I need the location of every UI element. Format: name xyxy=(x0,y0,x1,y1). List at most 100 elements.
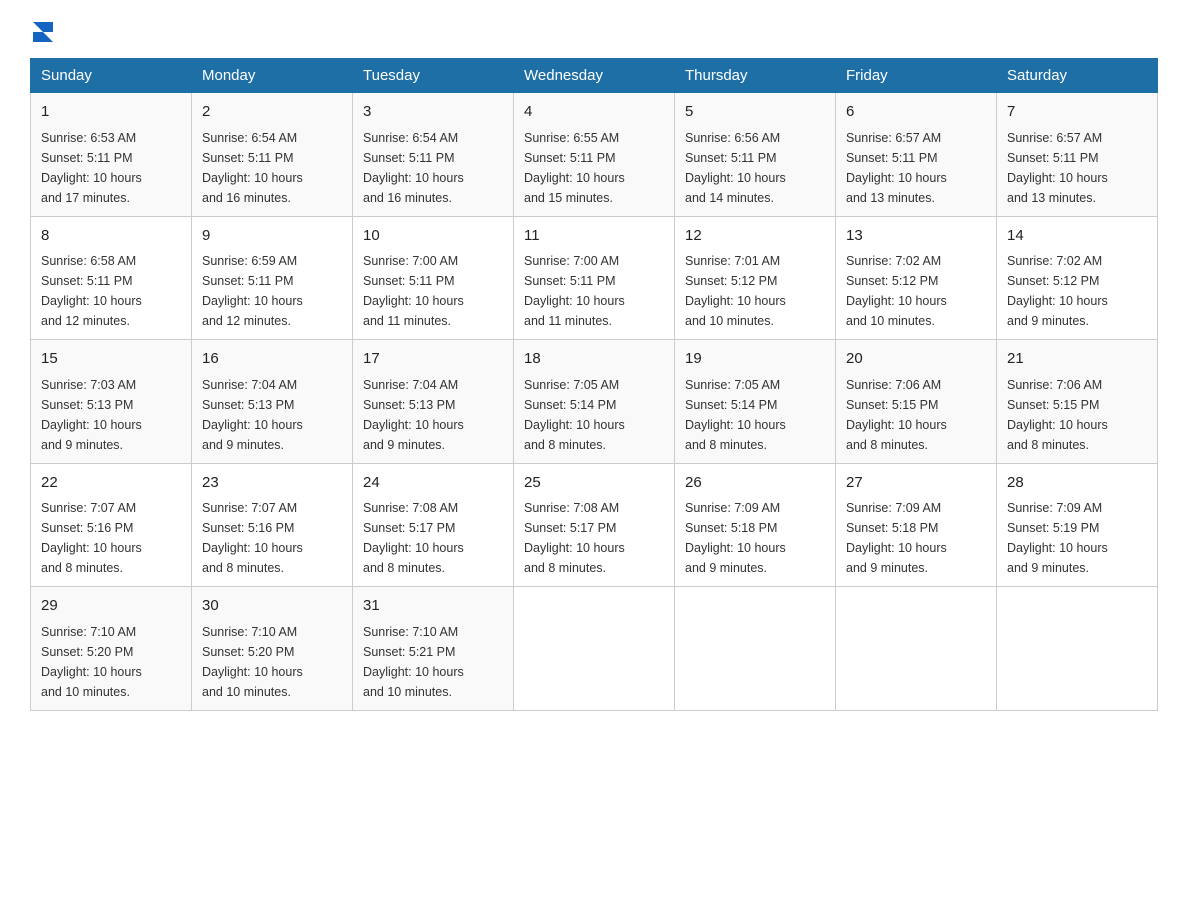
day-info: Sunrise: 7:08 AMSunset: 5:17 PMDaylight:… xyxy=(524,498,664,578)
calendar-cell xyxy=(836,587,997,711)
calendar-cell: 8Sunrise: 6:58 AMSunset: 5:11 PMDaylight… xyxy=(31,216,192,340)
calendar-cell: 9Sunrise: 6:59 AMSunset: 5:11 PMDaylight… xyxy=(192,216,353,340)
day-number: 14 xyxy=(1007,225,1147,248)
calendar-week-row: 29 Sunrise: 7:10 AMSunset: 5:20 PMDayligh… xyxy=(31,587,1158,711)
day-number: 28 xyxy=(1007,472,1147,495)
day-number: 15 xyxy=(41,348,181,371)
day-number: 9 xyxy=(202,225,342,248)
day-number: 31 xyxy=(363,595,503,618)
calendar-cell xyxy=(997,587,1158,711)
calendar-cell: 5 Sunrise: 6:56 AMSunset: 5:11 PMDaylight… xyxy=(675,93,836,217)
calendar-cell: 19Sunrise: 7:05 AMSunset: 5:14 PMDayligh… xyxy=(675,340,836,464)
day-number: 3 xyxy=(363,101,503,124)
day-number: 22 xyxy=(41,472,181,495)
day-number: 7 xyxy=(1007,101,1147,124)
day-info: Sunrise: 6:56 AMSunset: 5:11 PMDaylight:… xyxy=(685,128,825,208)
calendar-cell: 3 Sunrise: 6:54 AMSunset: 5:11 PMDaylight… xyxy=(353,93,514,217)
day-number: 1 xyxy=(41,101,181,124)
day-info: Sunrise: 7:10 AMSunset: 5:20 PMDaylight:… xyxy=(202,622,342,702)
day-info: Sunrise: 6:54 AMSunset: 5:11 PMDaylight:… xyxy=(202,128,342,208)
header-tuesday: Tuesday xyxy=(353,59,514,93)
calendar-week-row: 15 Sunrise: 7:03 AMSunset: 5:13 PMDayligh… xyxy=(31,340,1158,464)
day-number: 6 xyxy=(846,101,986,124)
calendar-cell: 20 Sunrise: 7:06 AMSunset: 5:15 PMDayligh… xyxy=(836,340,997,464)
day-number: 2 xyxy=(202,101,342,124)
calendar-cell: 14 Sunrise: 7:02 AMSunset: 5:12 PMDayligh… xyxy=(997,216,1158,340)
day-info: Sunrise: 6:57 AMSunset: 5:11 PMDaylight:… xyxy=(846,128,986,208)
header-saturday: Saturday xyxy=(997,59,1158,93)
calendar-cell: 15 Sunrise: 7:03 AMSunset: 5:13 PMDayligh… xyxy=(31,340,192,464)
day-info: Sunrise: 7:00 AMSunset: 5:11 PMDaylight:… xyxy=(363,251,503,331)
calendar-cell: 6 Sunrise: 6:57 AMSunset: 5:11 PMDaylight… xyxy=(836,93,997,217)
day-number: 12 xyxy=(685,225,825,248)
day-number: 26 xyxy=(685,472,825,495)
header-sunday: Sunday xyxy=(31,59,192,93)
day-info: Sunrise: 7:10 AMSunset: 5:20 PMDaylight:… xyxy=(41,622,181,702)
day-info: Sunrise: 7:05 AMSunset: 5:14 PMDaylight:… xyxy=(524,375,664,455)
day-number: 13 xyxy=(846,225,986,248)
day-info: Sunrise: 7:01 AMSunset: 5:12 PMDaylight:… xyxy=(685,251,825,331)
calendar-cell: 30 Sunrise: 7:10 AMSunset: 5:20 PMDayligh… xyxy=(192,587,353,711)
calendar-week-row: 1 Sunrise: 6:53 AMSunset: 5:11 PMDaylight… xyxy=(31,93,1158,217)
day-number: 21 xyxy=(1007,348,1147,371)
day-info: Sunrise: 6:53 AMSunset: 5:11 PMDaylight:… xyxy=(41,128,181,208)
day-number: 27 xyxy=(846,472,986,495)
page-header xyxy=(30,20,1158,38)
calendar-cell xyxy=(675,587,836,711)
calendar-cell: 24Sunrise: 7:08 AMSunset: 5:17 PMDayligh… xyxy=(353,463,514,587)
calendar-cell: 13 Sunrise: 7:02 AMSunset: 5:12 PMDayligh… xyxy=(836,216,997,340)
day-number: 29 xyxy=(41,595,181,618)
calendar-cell: 28 Sunrise: 7:09 AMSunset: 5:19 PMDayligh… xyxy=(997,463,1158,587)
day-info: Sunrise: 7:07 AMSunset: 5:16 PMDaylight:… xyxy=(202,498,342,578)
calendar-cell xyxy=(514,587,675,711)
day-info: Sunrise: 7:06 AMSunset: 5:15 PMDaylight:… xyxy=(846,375,986,455)
calendar-cell: 17 Sunrise: 7:04 AMSunset: 5:13 PMDayligh… xyxy=(353,340,514,464)
calendar-cell: 7 Sunrise: 6:57 AMSunset: 5:11 PMDaylight… xyxy=(997,93,1158,217)
logo xyxy=(30,20,53,38)
day-info: Sunrise: 6:57 AMSunset: 5:11 PMDaylight:… xyxy=(1007,128,1147,208)
calendar-cell: 18 Sunrise: 7:05 AMSunset: 5:14 PMDayligh… xyxy=(514,340,675,464)
header-wednesday: Wednesday xyxy=(514,59,675,93)
calendar-table: SundayMondayTuesdayWednesdayThursdayFrid… xyxy=(30,58,1158,711)
day-info: Sunrise: 7:03 AMSunset: 5:13 PMDaylight:… xyxy=(41,375,181,455)
calendar-cell: 1 Sunrise: 6:53 AMSunset: 5:11 PMDaylight… xyxy=(31,93,192,217)
day-info: Sunrise: 7:09 AMSunset: 5:18 PMDaylight:… xyxy=(846,498,986,578)
day-info: Sunrise: 7:10 AMSunset: 5:21 PMDaylight:… xyxy=(363,622,503,702)
header-monday: Monday xyxy=(192,59,353,93)
day-number: 17 xyxy=(363,348,503,371)
day-info: Sunrise: 7:08 AMSunset: 5:17 PMDaylight:… xyxy=(363,498,503,578)
day-info: Sunrise: 7:00 AMSunset: 5:11 PMDaylight:… xyxy=(524,251,664,331)
calendar-cell: 26 Sunrise: 7:09 AMSunset: 5:18 PMDayligh… xyxy=(675,463,836,587)
calendar-week-row: 8Sunrise: 6:58 AMSunset: 5:11 PMDaylight… xyxy=(31,216,1158,340)
calendar-cell: 23 Sunrise: 7:07 AMSunset: 5:16 PMDayligh… xyxy=(192,463,353,587)
header-friday: Friday xyxy=(836,59,997,93)
day-info: Sunrise: 7:02 AMSunset: 5:12 PMDaylight:… xyxy=(846,251,986,331)
day-info: Sunrise: 7:09 AMSunset: 5:18 PMDaylight:… xyxy=(685,498,825,578)
day-info: Sunrise: 6:55 AMSunset: 5:11 PMDaylight:… xyxy=(524,128,664,208)
header-thursday: Thursday xyxy=(675,59,836,93)
day-info: Sunrise: 7:06 AMSunset: 5:15 PMDaylight:… xyxy=(1007,375,1147,455)
calendar-cell: 10Sunrise: 7:00 AMSunset: 5:11 PMDayligh… xyxy=(353,216,514,340)
day-number: 18 xyxy=(524,348,664,371)
day-info: Sunrise: 7:09 AMSunset: 5:19 PMDaylight:… xyxy=(1007,498,1147,578)
day-number: 25 xyxy=(524,472,664,495)
calendar-cell: 27 Sunrise: 7:09 AMSunset: 5:18 PMDayligh… xyxy=(836,463,997,587)
day-info: Sunrise: 7:04 AMSunset: 5:13 PMDaylight:… xyxy=(363,375,503,455)
calendar-cell: 29 Sunrise: 7:10 AMSunset: 5:20 PMDayligh… xyxy=(31,587,192,711)
calendar-cell: 22Sunrise: 7:07 AMSunset: 5:16 PMDayligh… xyxy=(31,463,192,587)
day-info: Sunrise: 6:54 AMSunset: 5:11 PMDaylight:… xyxy=(363,128,503,208)
day-number: 30 xyxy=(202,595,342,618)
day-number: 23 xyxy=(202,472,342,495)
calendar-cell: 31 Sunrise: 7:10 AMSunset: 5:21 PMDayligh… xyxy=(353,587,514,711)
day-number: 11 xyxy=(524,225,664,248)
calendar-header-row: SundayMondayTuesdayWednesdayThursdayFrid… xyxy=(31,59,1158,93)
calendar-cell: 4Sunrise: 6:55 AMSunset: 5:11 PMDaylight… xyxy=(514,93,675,217)
calendar-cell: 21 Sunrise: 7:06 AMSunset: 5:15 PMDayligh… xyxy=(997,340,1158,464)
day-number: 20 xyxy=(846,348,986,371)
day-info: Sunrise: 6:58 AMSunset: 5:11 PMDaylight:… xyxy=(41,251,181,331)
day-number: 5 xyxy=(685,101,825,124)
calendar-week-row: 22 Sunrise: 7:07 AMSunset: 5:16 PMDayligh… xyxy=(31,463,1158,587)
day-info: Sunrise: 7:02 AMSunset: 5:12 PMDaylight:… xyxy=(1007,251,1147,331)
calendar-cell: 25 Sunrise: 7:08 AMSunset: 5:17 PMDayligh… xyxy=(514,463,675,587)
calendar-cell: 2 Sunrise: 6:54 AMSunset: 5:11 PMDaylight… xyxy=(192,93,353,217)
